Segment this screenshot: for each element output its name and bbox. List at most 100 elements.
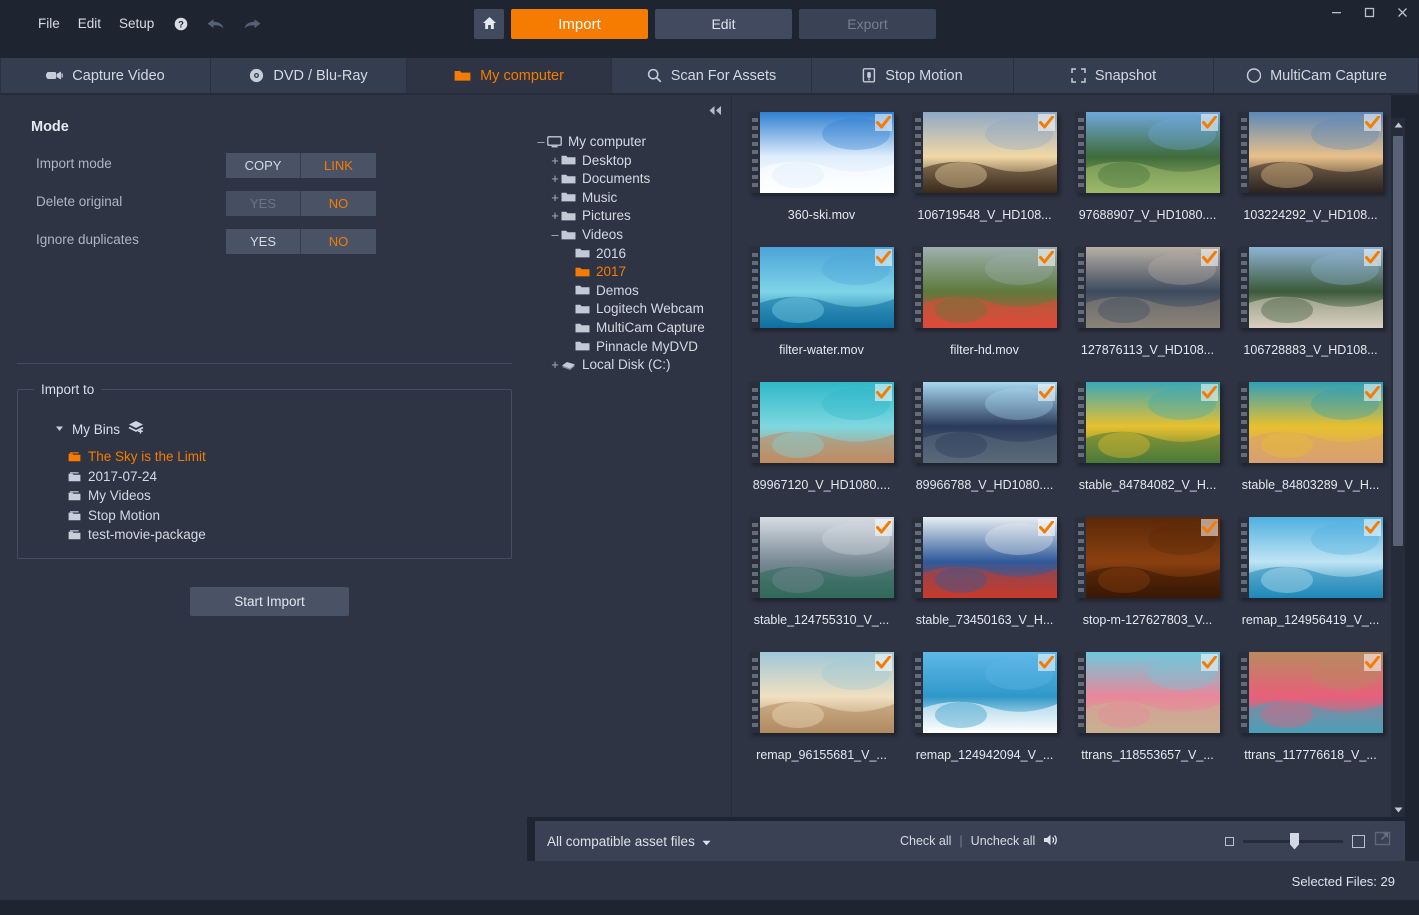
film-strip-frame[interactable] <box>1075 247 1220 328</box>
bin-item[interactable]: Stop Motion <box>68 508 160 523</box>
asset-thumbnail[interactable]: 103224292_V_HD108... <box>1229 112 1391 247</box>
asset-checkbox[interactable] <box>875 249 892 266</box>
film-strip-frame[interactable] <box>749 652 894 733</box>
tree-node-logitech-webcam[interactable]: Logitech Webcam <box>563 301 704 316</box>
asset-filter-dropdown[interactable]: All compatible asset files <box>547 834 711 849</box>
asset-thumbnail[interactable]: stable_124755310_V_... <box>740 517 903 652</box>
tab-dvd-blu-ray[interactable]: DVD / Blu-Ray <box>211 58 407 93</box>
tree-node-documents[interactable]: + Documents <box>549 171 650 186</box>
bin-item[interactable]: The Sky is the Limit <box>68 449 206 464</box>
film-strip-frame[interactable] <box>912 517 1057 598</box>
asset-checkbox[interactable] <box>1201 114 1218 131</box>
small-thumbnail-icon[interactable] <box>1225 836 1234 846</box>
tab-scan-for-assets[interactable]: Scan For Assets <box>612 58 812 93</box>
asset-checkbox[interactable] <box>1364 249 1381 266</box>
film-strip-frame[interactable] <box>912 652 1057 733</box>
asset-thumbnail[interactable]: 89967120_V_HD1080.... <box>740 382 903 517</box>
bin-item[interactable]: test-movie-package <box>68 527 206 542</box>
expand-icon[interactable]: + <box>549 357 561 372</box>
delete-original-option-yes[interactable]: YES <box>226 191 301 216</box>
import-mode-option-link[interactable]: LINK <box>301 153 376 178</box>
maximize-button[interactable] <box>1353 0 1386 24</box>
bin-item[interactable]: 2017-07-24 <box>68 469 157 484</box>
asset-checkbox[interactable] <box>1038 249 1055 266</box>
film-strip-frame[interactable] <box>1075 112 1220 193</box>
asset-thumbnail[interactable]: 97688907_V_HD1080.... <box>1066 112 1229 247</box>
tab-my-computer[interactable]: My computer <box>407 58 612 93</box>
import-mode-option-copy[interactable]: COPY <box>226 153 301 178</box>
asset-thumbnail[interactable]: ttrans_117776618_V_... <box>1229 652 1391 787</box>
asset-checkbox[interactable] <box>1201 249 1218 266</box>
asset-checkbox[interactable] <box>1201 384 1218 401</box>
ignore-duplicates-option-no[interactable]: NO <box>301 229 376 254</box>
collapse-icon[interactable]: – <box>549 227 561 242</box>
expand-icon[interactable]: + <box>549 190 561 205</box>
film-strip-frame[interactable] <box>1075 517 1220 598</box>
collapse-panel-button[interactable] <box>704 101 726 119</box>
tree-node-pinnacle-mydvd[interactable]: Pinnacle MyDVD <box>563 339 698 354</box>
asset-thumbnail[interactable]: 127876113_V_HD108... <box>1066 247 1229 382</box>
tab-stop-motion[interactable]: Stop Motion <box>812 58 1014 93</box>
expand-icon[interactable]: + <box>549 153 561 168</box>
film-strip-frame[interactable] <box>1238 517 1383 598</box>
asset-checkbox[interactable] <box>875 654 892 671</box>
redo-icon[interactable] <box>243 17 262 31</box>
asset-thumbnail[interactable]: filter-water.mov <box>740 247 903 382</box>
tree-node-videos[interactable]: – Videos <box>549 227 623 242</box>
asset-checkbox[interactable] <box>1201 519 1218 536</box>
asset-checkbox[interactable] <box>1201 654 1218 671</box>
asset-thumbnail[interactable]: ttrans_118553657_V_... <box>1066 652 1229 787</box>
tree-node-multicam-capture[interactable]: MultiCam Capture <box>563 320 705 335</box>
asset-thumbnail[interactable]: stop-m-127627803_V... <box>1066 517 1229 652</box>
asset-thumbnail[interactable]: filter-hd.mov <box>903 247 1066 382</box>
close-button[interactable] <box>1386 0 1419 24</box>
asset-thumbnail[interactable]: remap_96155681_V_... <box>740 652 903 787</box>
add-bin-icon[interactable] <box>128 419 145 439</box>
film-strip-frame[interactable] <box>912 247 1057 328</box>
film-strip-frame[interactable] <box>1238 247 1383 328</box>
tree-node-demos[interactable]: Demos <box>563 283 639 298</box>
asset-checkbox[interactable] <box>1364 519 1381 536</box>
tab-multicam-capture[interactable]: MultiCam Capture <box>1214 58 1419 93</box>
tab-snapshot[interactable]: Snapshot <box>1014 58 1214 93</box>
asset-checkbox[interactable] <box>1038 384 1055 401</box>
my-bins-row[interactable]: My Bins <box>55 419 145 439</box>
film-strip-frame[interactable] <box>1075 652 1220 733</box>
asset-checkbox[interactable] <box>1364 654 1381 671</box>
uncheck-all-button[interactable]: Uncheck all <box>971 834 1036 848</box>
asset-checkbox[interactable] <box>875 114 892 131</box>
scroll-up-button[interactable] <box>1391 118 1405 132</box>
grid-vertical-scrollbar[interactable] <box>1391 118 1405 817</box>
film-strip-frame[interactable] <box>749 382 894 463</box>
film-strip-frame[interactable] <box>1238 382 1383 463</box>
film-strip-frame[interactable] <box>912 382 1057 463</box>
film-strip-frame[interactable] <box>1075 382 1220 463</box>
asset-thumbnail[interactable]: stable_73450163_V_H... <box>903 517 1066 652</box>
expand-icon[interactable]: + <box>549 208 561 223</box>
tree-node-local-disk-c[interactable]: + Local Disk (C:) <box>549 357 670 372</box>
asset-thumbnail[interactable]: stable_84784082_V_H... <box>1066 382 1229 517</box>
asset-thumbnail[interactable]: 360-ski.mov <box>740 112 903 247</box>
asset-thumbnail[interactable]: 106719548_V_HD108... <box>903 112 1066 247</box>
large-thumbnail-icon[interactable] <box>1352 834 1365 848</box>
asset-checkbox[interactable] <box>1038 654 1055 671</box>
check-all-button[interactable]: Check all <box>900 834 951 848</box>
film-strip-frame[interactable] <box>749 112 894 193</box>
tree-node-2016[interactable]: 2016 <box>563 246 626 261</box>
home-button[interactable] <box>474 9 504 39</box>
asset-checkbox[interactable] <box>1038 114 1055 131</box>
asset-thumbnail[interactable]: remap_124942094_V_... <box>903 652 1066 787</box>
tab-capture-video[interactable]: Capture Video <box>0 58 211 93</box>
asset-checkbox[interactable] <box>875 384 892 401</box>
asset-thumbnail-grid[interactable]: 360-ski.mov 106719548_V_HD108... 97688907_… <box>732 95 1391 817</box>
film-strip-frame[interactable] <box>749 247 894 328</box>
tree-node-2017[interactable]: 2017 <box>563 264 626 279</box>
help-icon[interactable]: ? <box>174 17 188 31</box>
film-strip-frame[interactable] <box>1238 652 1383 733</box>
thumbnail-size-slider[interactable] <box>1243 832 1343 850</box>
export-button[interactable]: Export <box>799 9 936 39</box>
delete-original-option-no[interactable]: NO <box>301 191 376 216</box>
menu-file[interactable]: File <box>38 15 60 33</box>
expand-icon[interactable]: + <box>549 171 561 186</box>
asset-thumbnail[interactable]: stable_84803289_V_H... <box>1229 382 1391 517</box>
